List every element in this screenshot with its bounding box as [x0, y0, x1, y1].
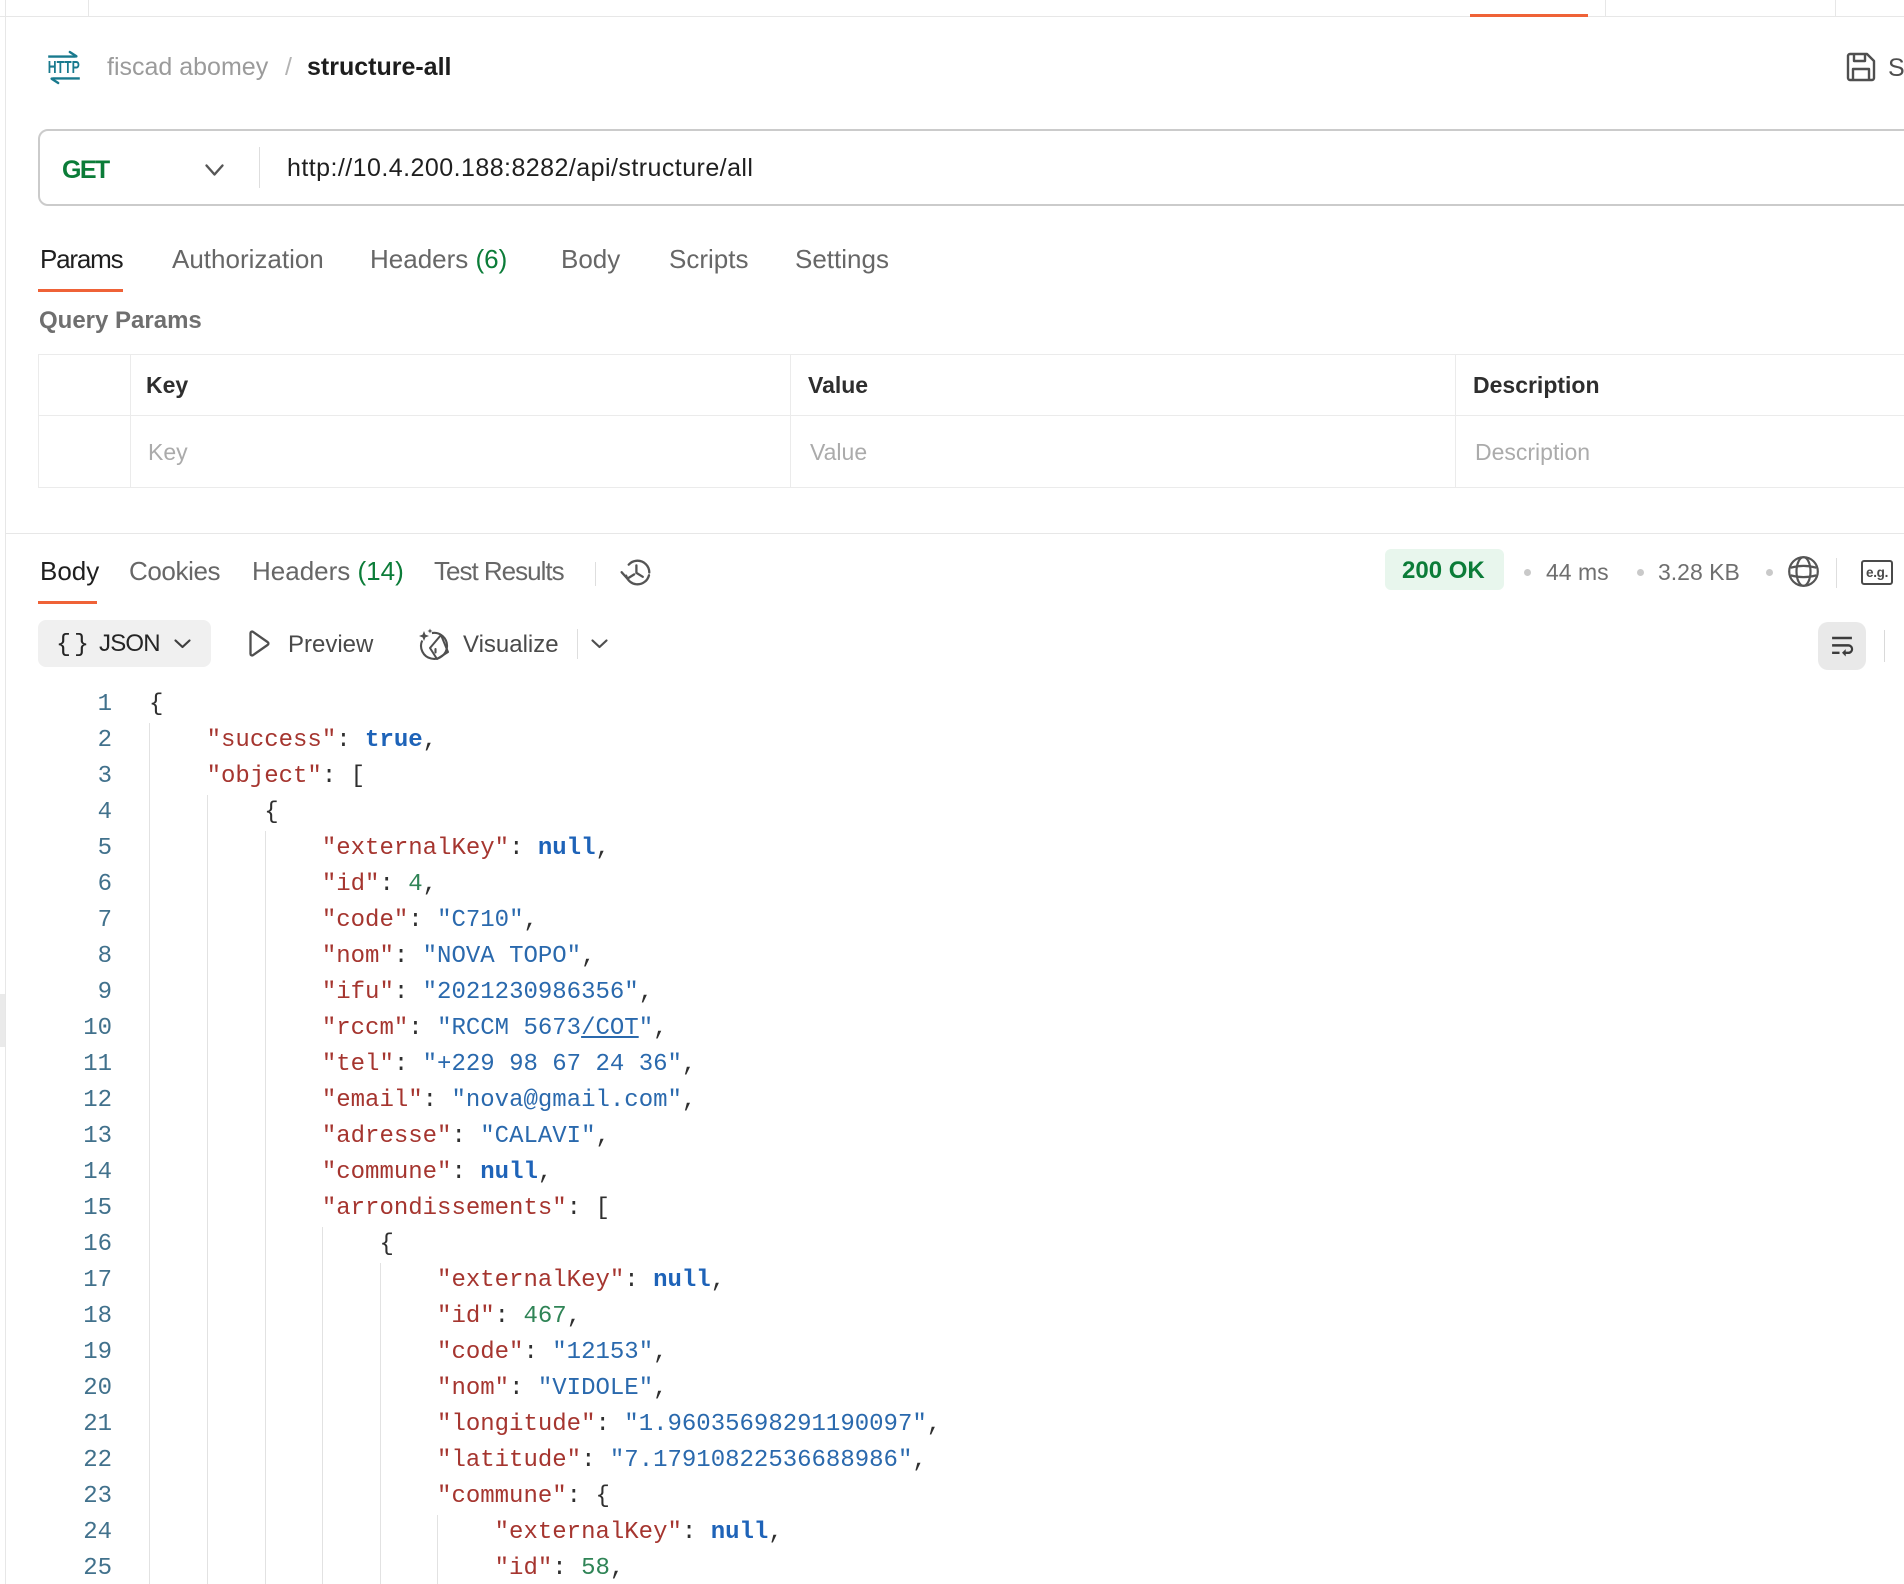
svg-text:HTTP: HTTP — [48, 57, 80, 77]
